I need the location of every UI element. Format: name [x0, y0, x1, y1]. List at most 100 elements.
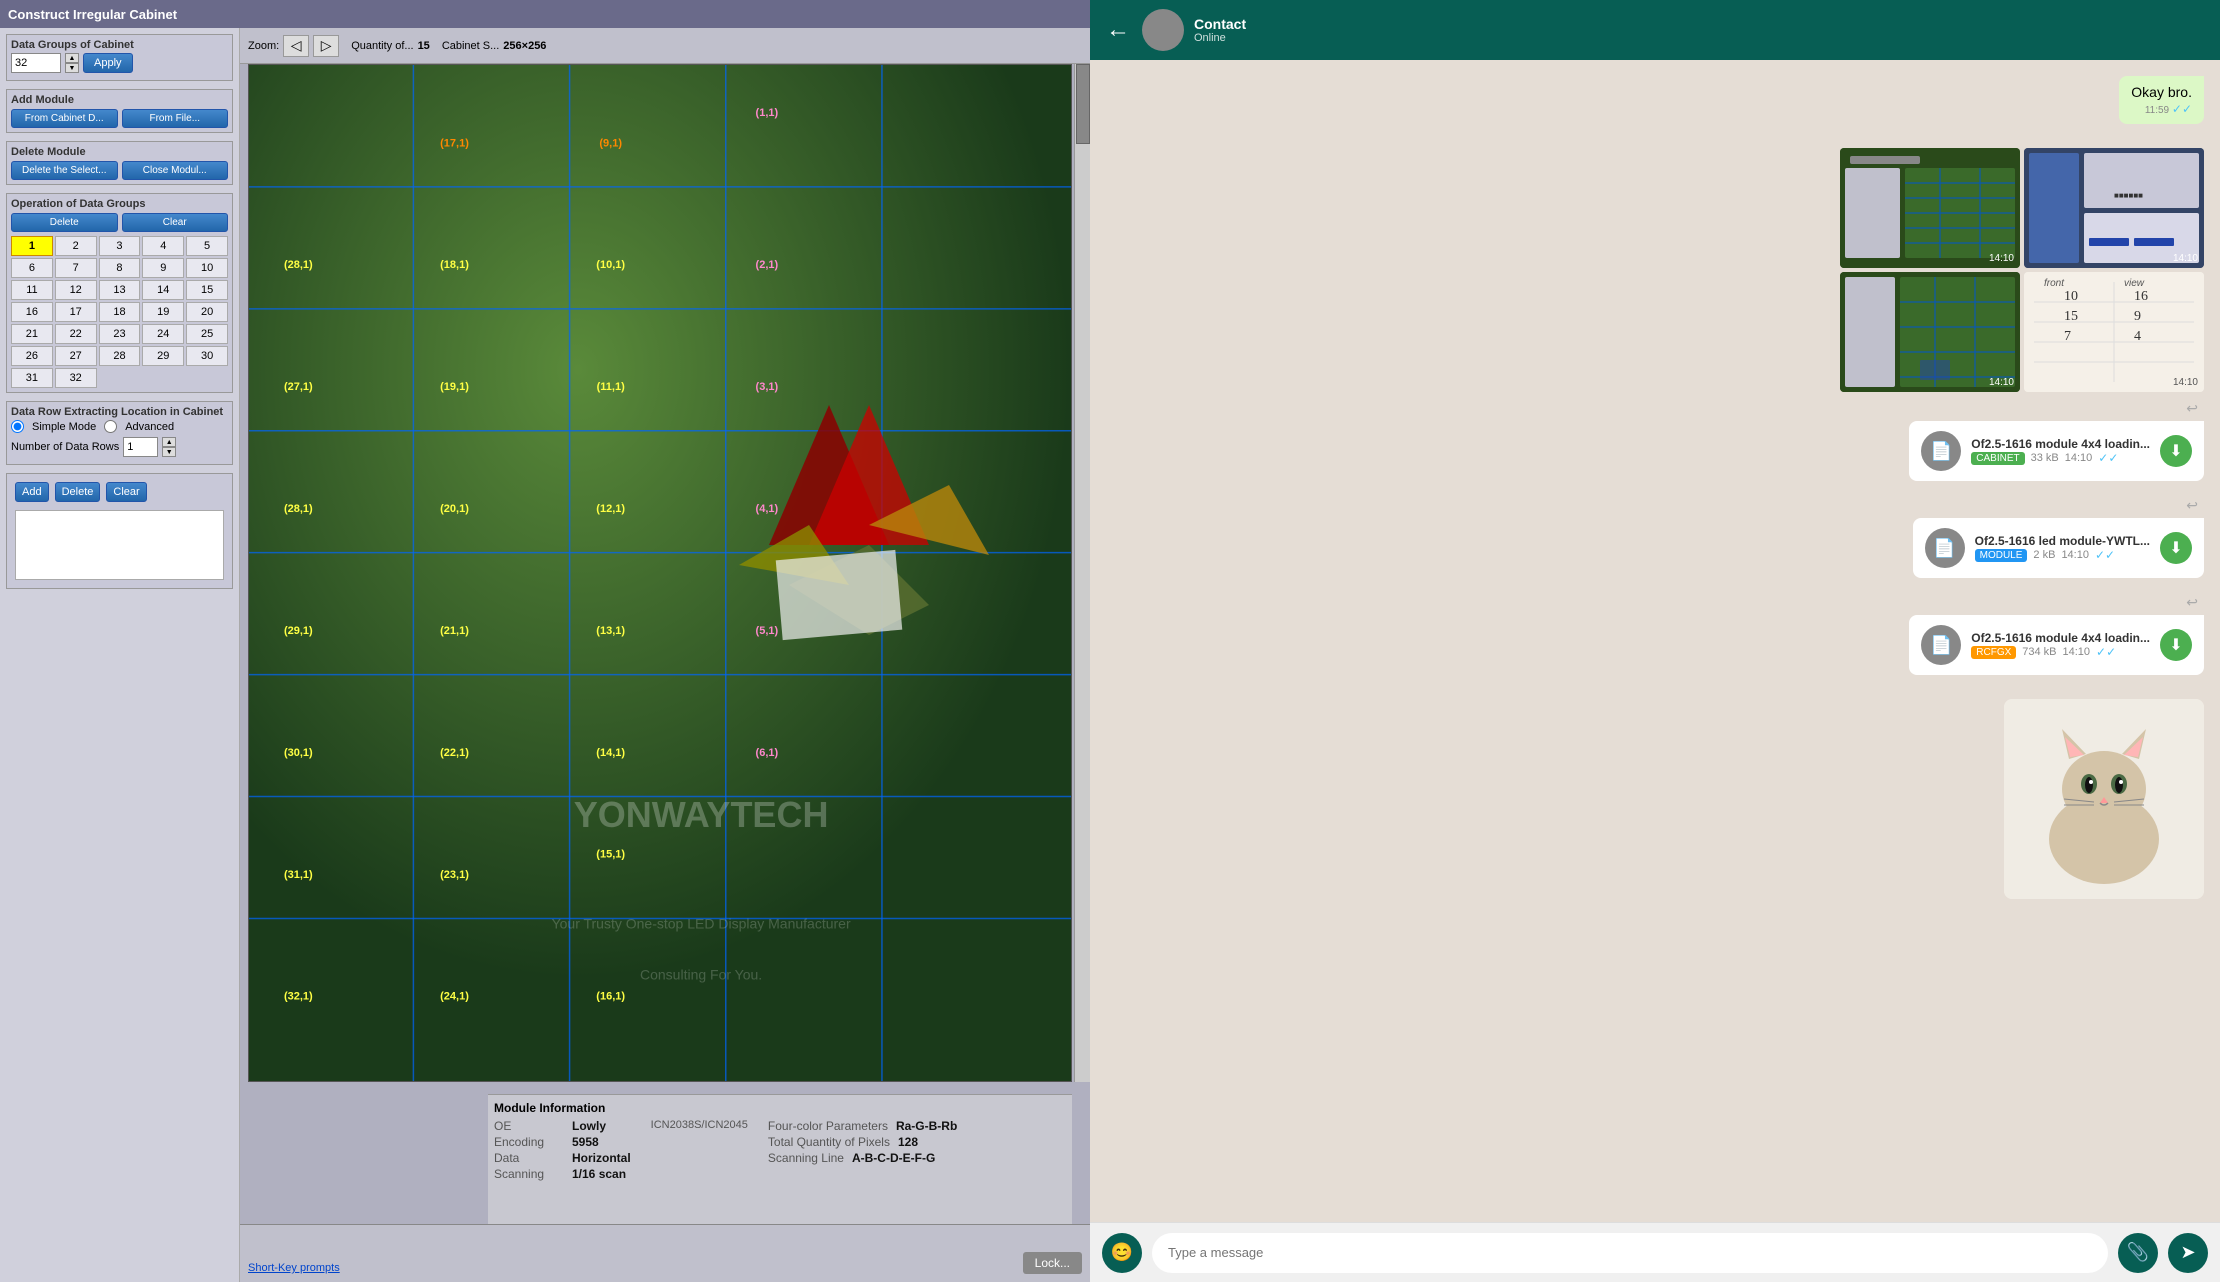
cabinet-size-value: 256×256	[503, 40, 546, 52]
chat-input-bar: 😊 📎 ➤	[1090, 1222, 2220, 1282]
num-rows-spinner[interactable]: ▲ ▼	[162, 437, 176, 457]
num-cell-30[interactable]: 30	[186, 346, 228, 366]
num-cell-21[interactable]: 21	[11, 324, 53, 344]
scrollbar-thumb[interactable]	[1076, 64, 1090, 144]
back-icon[interactable]: ←	[1106, 16, 1130, 44]
num-cell-6[interactable]: 6	[11, 258, 53, 278]
apply-button[interactable]: Apply	[83, 53, 133, 73]
message-input[interactable]	[1152, 1233, 2108, 1273]
num-cell-23[interactable]: 23	[99, 324, 141, 344]
file-name-3: Of2.5-1616 module 4x4 loadin...	[1971, 631, 2150, 645]
num-cell-10[interactable]: 10	[186, 258, 228, 278]
media-container: 14:10 ■■■■■■ 14:10	[1840, 148, 2204, 392]
spin-up[interactable]: ▲	[65, 53, 79, 63]
four-color-key: Four-color Parameters	[768, 1119, 888, 1133]
attach-button[interactable]: 📎	[2118, 1233, 2158, 1273]
num-cell-15[interactable]: 15	[186, 280, 228, 300]
file-name-2: Of2.5-1616 led module-YWTL...	[1975, 534, 2150, 548]
simple-mode-radio[interactable]	[11, 420, 24, 433]
forward-icon-2: ↩	[1106, 497, 2204, 514]
svg-text:(32,1): (32,1)	[284, 991, 313, 1003]
media-thumb-3[interactable]: 14:10	[1840, 272, 2020, 392]
num-rows-input[interactable]	[123, 437, 158, 457]
download-button-2[interactable]: ⬇	[2160, 532, 2192, 564]
zoom-in-button[interactable]: ▷	[313, 35, 339, 57]
num-cell-16[interactable]: 16	[11, 302, 53, 322]
delete-operation-button[interactable]: Delete	[11, 213, 118, 232]
num-cell-32[interactable]: 32	[55, 368, 97, 388]
svg-text:(13,1): (13,1)	[596, 625, 625, 637]
close-module-button[interactable]: Close Modul...	[122, 161, 229, 180]
module-info-title: Module Information	[494, 1101, 1066, 1115]
svg-text:Consulting For You.: Consulting For You.	[640, 966, 762, 982]
download-button-1[interactable]: ⬇	[2160, 435, 2192, 467]
sidebar: Data Groups of Cabinet ▲ ▼ Apply Add Mod…	[0, 28, 240, 1282]
num-cell-4[interactable]: 4	[142, 236, 184, 256]
num-cell-19[interactable]: 19	[142, 302, 184, 322]
num-cell-8[interactable]: 8	[99, 258, 141, 278]
num-rows-spin-up[interactable]: ▲	[162, 437, 176, 447]
data-val: Horizontal	[572, 1151, 631, 1165]
num-cell-22[interactable]: 22	[55, 324, 97, 344]
data-groups-label: Data Groups of Cabinet	[11, 39, 228, 51]
num-cell-26[interactable]: 26	[11, 346, 53, 366]
num-cell-29[interactable]: 29	[142, 346, 184, 366]
reply-icon-3[interactable]: ↩	[2186, 594, 2198, 611]
advanced-mode-radio[interactable]	[104, 420, 117, 433]
num-cell-3[interactable]: 3	[99, 236, 141, 256]
num-cell-20[interactable]: 20	[186, 302, 228, 322]
add-row-button[interactable]: Add	[15, 482, 49, 502]
send-button[interactable]: ➤	[2168, 1233, 2208, 1273]
delete-row-button[interactable]: Delete	[55, 482, 101, 502]
num-cell-11[interactable]: 11	[11, 280, 53, 300]
lock-button[interactable]: Lock...	[1023, 1252, 1082, 1274]
num-cell-14[interactable]: 14	[142, 280, 184, 300]
delete-by-select-button[interactable]: Delete the Select...	[11, 161, 118, 180]
shortcut-link[interactable]: Short-Key prompts	[248, 1262, 340, 1274]
add-module-section: Add Module From Cabinet D... From File..…	[6, 89, 233, 133]
zoom-out-button[interactable]: ◁	[283, 35, 309, 57]
num-cell-24[interactable]: 24	[142, 324, 184, 344]
svg-text:(12,1): (12,1)	[596, 503, 625, 515]
clear-operation-button[interactable]: Clear	[122, 213, 229, 232]
emoji-button[interactable]: 😊	[1102, 1233, 1142, 1273]
svg-text:15: 15	[2064, 309, 2078, 324]
num-cell-25[interactable]: 25	[186, 324, 228, 344]
quantity-value: 15	[418, 40, 430, 52]
num-cell-9[interactable]: 9	[142, 258, 184, 278]
media-thumb-1[interactable]: 14:10	[1840, 148, 2020, 268]
num-cell-12[interactable]: 12	[55, 280, 97, 300]
num-cell-5[interactable]: 5	[186, 236, 228, 256]
from-file-button[interactable]: From File...	[122, 109, 229, 128]
svg-text:(5,1): (5,1)	[756, 625, 779, 637]
num-cell-17[interactable]: 17	[55, 302, 97, 322]
media-thumb-2[interactable]: ■■■■■■ 14:10	[2024, 148, 2204, 268]
file-tag-3: RCFGX	[1971, 646, 2016, 659]
zoom-label: Zoom:	[248, 40, 279, 52]
num-cell-2[interactable]: 2	[55, 236, 97, 256]
num-cell-13[interactable]: 13	[99, 280, 141, 300]
from-cabinet-button[interactable]: From Cabinet D...	[11, 109, 118, 128]
svg-text:(24,1): (24,1)	[440, 991, 469, 1003]
num-rows-spin-down[interactable]: ▼	[162, 447, 176, 457]
num-cell-1[interactable]: 1	[11, 236, 53, 256]
download-button-3[interactable]: ⬇	[2160, 629, 2192, 661]
num-cell-31[interactable]: 31	[11, 368, 53, 388]
vertical-scrollbar[interactable]	[1074, 64, 1090, 1082]
data-key: Data	[494, 1151, 564, 1165]
svg-text:(18,1): (18,1)	[440, 259, 469, 271]
quantity-display: Quantity of... 15	[351, 40, 430, 52]
num-cell-7[interactable]: 7	[55, 258, 97, 278]
svg-text:(15,1): (15,1)	[596, 848, 625, 860]
reply-icon-2[interactable]: ↩	[2186, 497, 2198, 514]
spin-down[interactable]: ▼	[65, 63, 79, 73]
clear-row-button[interactable]: Clear	[106, 482, 146, 502]
chat-messages[interactable]: Okay bro. 11:59 ✓✓	[1090, 60, 2220, 1222]
media-thumb-4[interactable]: 10 16 15 9 7 4 front view 14:10	[2024, 272, 2204, 392]
num-cell-18[interactable]: 18	[99, 302, 141, 322]
num-cell-28[interactable]: 28	[99, 346, 141, 366]
data-groups-spinner[interactable]: ▲ ▼	[65, 53, 79, 73]
reply-icon-1[interactable]: ↩	[2186, 400, 2198, 417]
data-groups-input[interactable]	[11, 53, 61, 73]
num-cell-27[interactable]: 27	[55, 346, 97, 366]
